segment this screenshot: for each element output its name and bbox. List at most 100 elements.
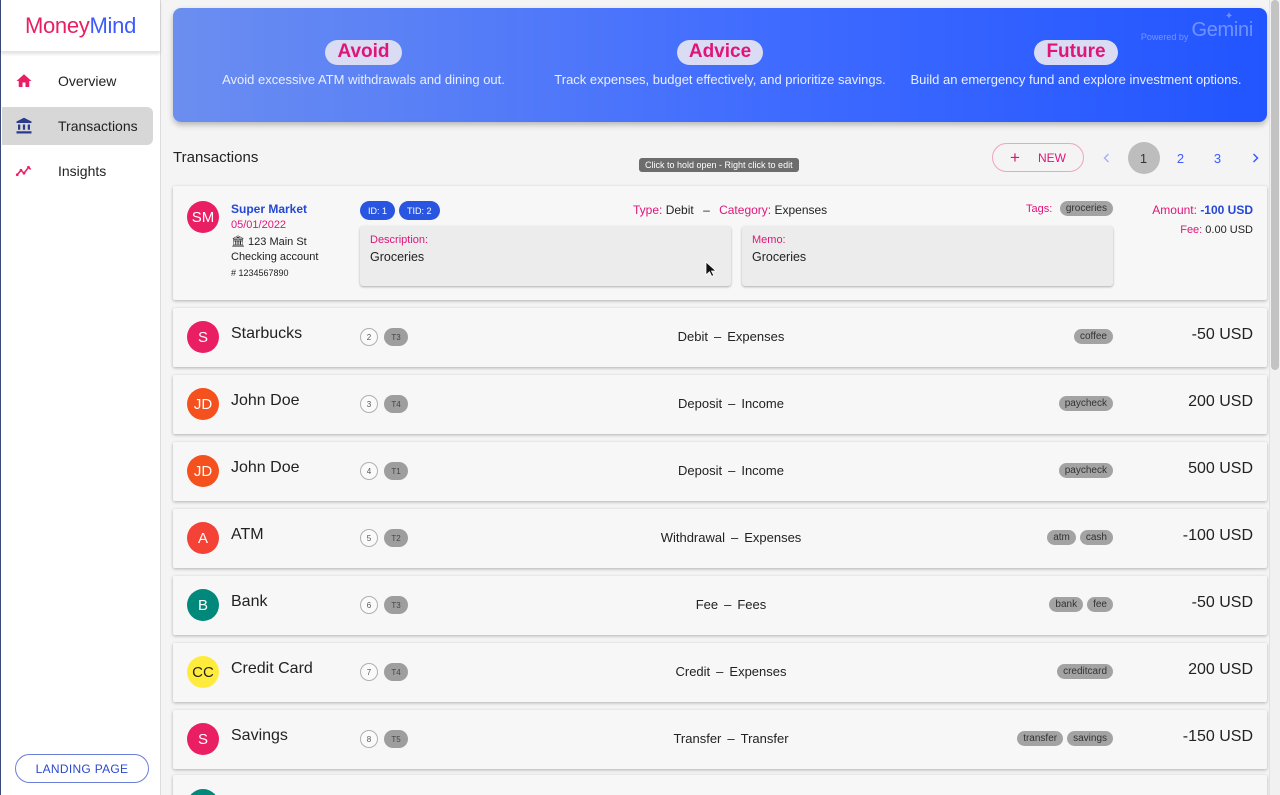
amount-value: 200 USD	[1188, 393, 1253, 410]
powered-by-text: Powered by	[1140, 32, 1189, 42]
avatar: JD	[187, 388, 219, 420]
memo-box[interactable]: Memo: Groceries	[742, 226, 1113, 286]
tag-chip[interactable]: cash	[1079, 530, 1113, 545]
tag-chip[interactable]: creditcard	[1057, 664, 1113, 679]
tid-chip: T3	[384, 596, 408, 614]
scrollbar[interactable]	[1269, 0, 1280, 795]
banner-text: Build an emergency fund and explore inve…	[910, 72, 1242, 87]
page-button-2[interactable]: 2	[1165, 142, 1197, 174]
amount-value: -50 USD	[1191, 594, 1253, 611]
avatar: S	[187, 321, 219, 353]
fee: Fee: 0.00 USD	[1180, 224, 1253, 236]
type-value: Fee	[695, 597, 719, 612]
transaction-row-partial[interactable]	[173, 775, 1267, 795]
avatar	[187, 789, 219, 795]
id-chip: 4	[360, 462, 378, 480]
id-chip: 5	[360, 529, 378, 547]
category-value: Fees	[737, 597, 767, 612]
id-chip: 3	[360, 395, 378, 413]
sparkle-icon: ✦	[1224, 11, 1233, 22]
new-transaction-button[interactable]: + NEW	[992, 143, 1084, 172]
transaction-row[interactable]: S Starbucks 2 T3 Debit – Expenses coffee -50 USD	[173, 308, 1267, 367]
tag-chip[interactable]: bank	[1049, 597, 1084, 612]
tag-chip[interactable]: transfer	[1017, 731, 1064, 746]
merchant-name: Credit Card	[231, 660, 313, 677]
tag-chip[interactable]: groceries	[1059, 201, 1113, 216]
sidebar-item-insights[interactable]: Insights	[2, 152, 153, 190]
amount-value: -150 USD	[1182, 728, 1253, 745]
transaction-row[interactable]: B Bank 6 T3 Fee – Fees bank fee -50 USD	[173, 576, 1267, 635]
plus-icon: +	[1010, 148, 1020, 167]
scrollbar-thumb[interactable]	[1271, 0, 1279, 370]
category-value: Expenses	[727, 329, 785, 344]
amount-value: -100 USD	[1200, 203, 1253, 217]
amount: Amount: -100 USD	[1152, 203, 1253, 217]
type-category: Withdrawal – Expenses	[541, 530, 921, 545]
tag-list: paycheck	[1058, 396, 1113, 411]
amount-value: 200 USD	[1188, 661, 1253, 678]
tag-chip[interactable]: coffee	[1073, 329, 1113, 344]
banner-title: Future	[1034, 40, 1118, 65]
landing-page-button[interactable]: LANDING PAGE	[15, 754, 149, 783]
transaction-row[interactable]: A ATM 5 T2 Withdrawal – Expenses atm cash -100 US…	[173, 509, 1267, 568]
prev-page-button[interactable]	[1091, 142, 1123, 174]
tag-chip[interactable]: fee	[1087, 597, 1113, 612]
amount-value: -50 USD	[1191, 326, 1253, 343]
tid-chip: T2	[384, 529, 408, 547]
page-button-3[interactable]: 3	[1202, 142, 1234, 174]
banner-text: Avoid excessive ATM withdrawals and dini…	[222, 72, 505, 87]
sidebar-item-transactions[interactable]: Transactions	[2, 107, 153, 145]
tag-chip[interactable]: atm	[1047, 530, 1076, 545]
next-page-button[interactable]	[1239, 142, 1271, 174]
amount-value: -100 USD	[1182, 527, 1253, 544]
type-category: Credit – Expenses	[541, 664, 921, 679]
logo-container[interactable]: MoneyMind	[1, 0, 160, 52]
banner-title: Avoid	[325, 40, 402, 65]
type-value: Deposit	[678, 396, 723, 411]
category-value: Income	[741, 463, 784, 478]
description-box[interactable]: Description: Groceries	[360, 226, 731, 286]
separator: –	[703, 203, 710, 217]
app-logo[interactable]: MoneyMind	[25, 13, 136, 39]
tag-chip[interactable]: paycheck	[1058, 463, 1113, 478]
sidebar-item-label: Insights	[58, 163, 107, 179]
fee-label: Fee:	[1180, 224, 1203, 236]
separator: –	[728, 396, 736, 411]
type-category: Fee – Fees	[541, 597, 921, 612]
transaction-date: 05/01/2022	[231, 219, 287, 231]
banner-card-future: Future Build an emergency fund and explo…	[908, 40, 1244, 87]
chevron-right-icon	[1252, 153, 1259, 163]
tag-chip[interactable]: savings	[1067, 731, 1113, 746]
type-value: Debit	[665, 203, 694, 217]
banner-title: Advice	[676, 40, 764, 65]
avatar: B	[187, 589, 219, 621]
description-label: Description:	[370, 234, 429, 246]
avatar: JD	[187, 455, 219, 487]
merchant-name: Bank	[231, 593, 268, 610]
gemini-brand-text: Gemini	[1191, 19, 1253, 41]
account-number: # 1234567890	[231, 268, 289, 278]
transaction-row[interactable]: JD John Doe 3 T4 Deposit – Income paycheck 200 U…	[173, 375, 1267, 434]
type-value: Debit	[677, 329, 709, 344]
transaction-row-expanded[interactable]: SM Super Market 05/01/2022 🏛 123 Main St…	[173, 186, 1267, 300]
account-name: Checking account	[231, 251, 319, 263]
type-value: Transfer	[673, 731, 722, 746]
transaction-row[interactable]: S Savings 8 T5 Transfer – Transfer transfer savi…	[173, 710, 1267, 769]
id-chip: 8	[360, 730, 378, 748]
tid-chip: T3	[384, 328, 408, 346]
sidebar-item-overview[interactable]: Overview	[2, 62, 153, 100]
avatar: CC	[187, 656, 219, 688]
transaction-row[interactable]: CC Credit Card 7 T4 Credit – Expenses creditcar…	[173, 643, 1267, 702]
separator: –	[724, 597, 732, 612]
page-title: Transactions	[173, 149, 259, 166]
merchant-name: ATM	[231, 526, 264, 543]
type-category: Deposit – Income	[541, 463, 921, 478]
memo-label: Memo:	[752, 234, 786, 246]
merchant-name: John Doe	[231, 392, 300, 409]
transaction-row[interactable]: JD John Doe 4 T1 Deposit – Income paycheck 500 U…	[173, 442, 1267, 501]
bank-icon	[14, 116, 34, 136]
page-button-1[interactable]: 1	[1127, 142, 1160, 174]
tag-chip[interactable]: paycheck	[1058, 396, 1113, 411]
sidebar-item-label: Transactions	[58, 118, 138, 134]
avatar: SM	[187, 201, 219, 233]
